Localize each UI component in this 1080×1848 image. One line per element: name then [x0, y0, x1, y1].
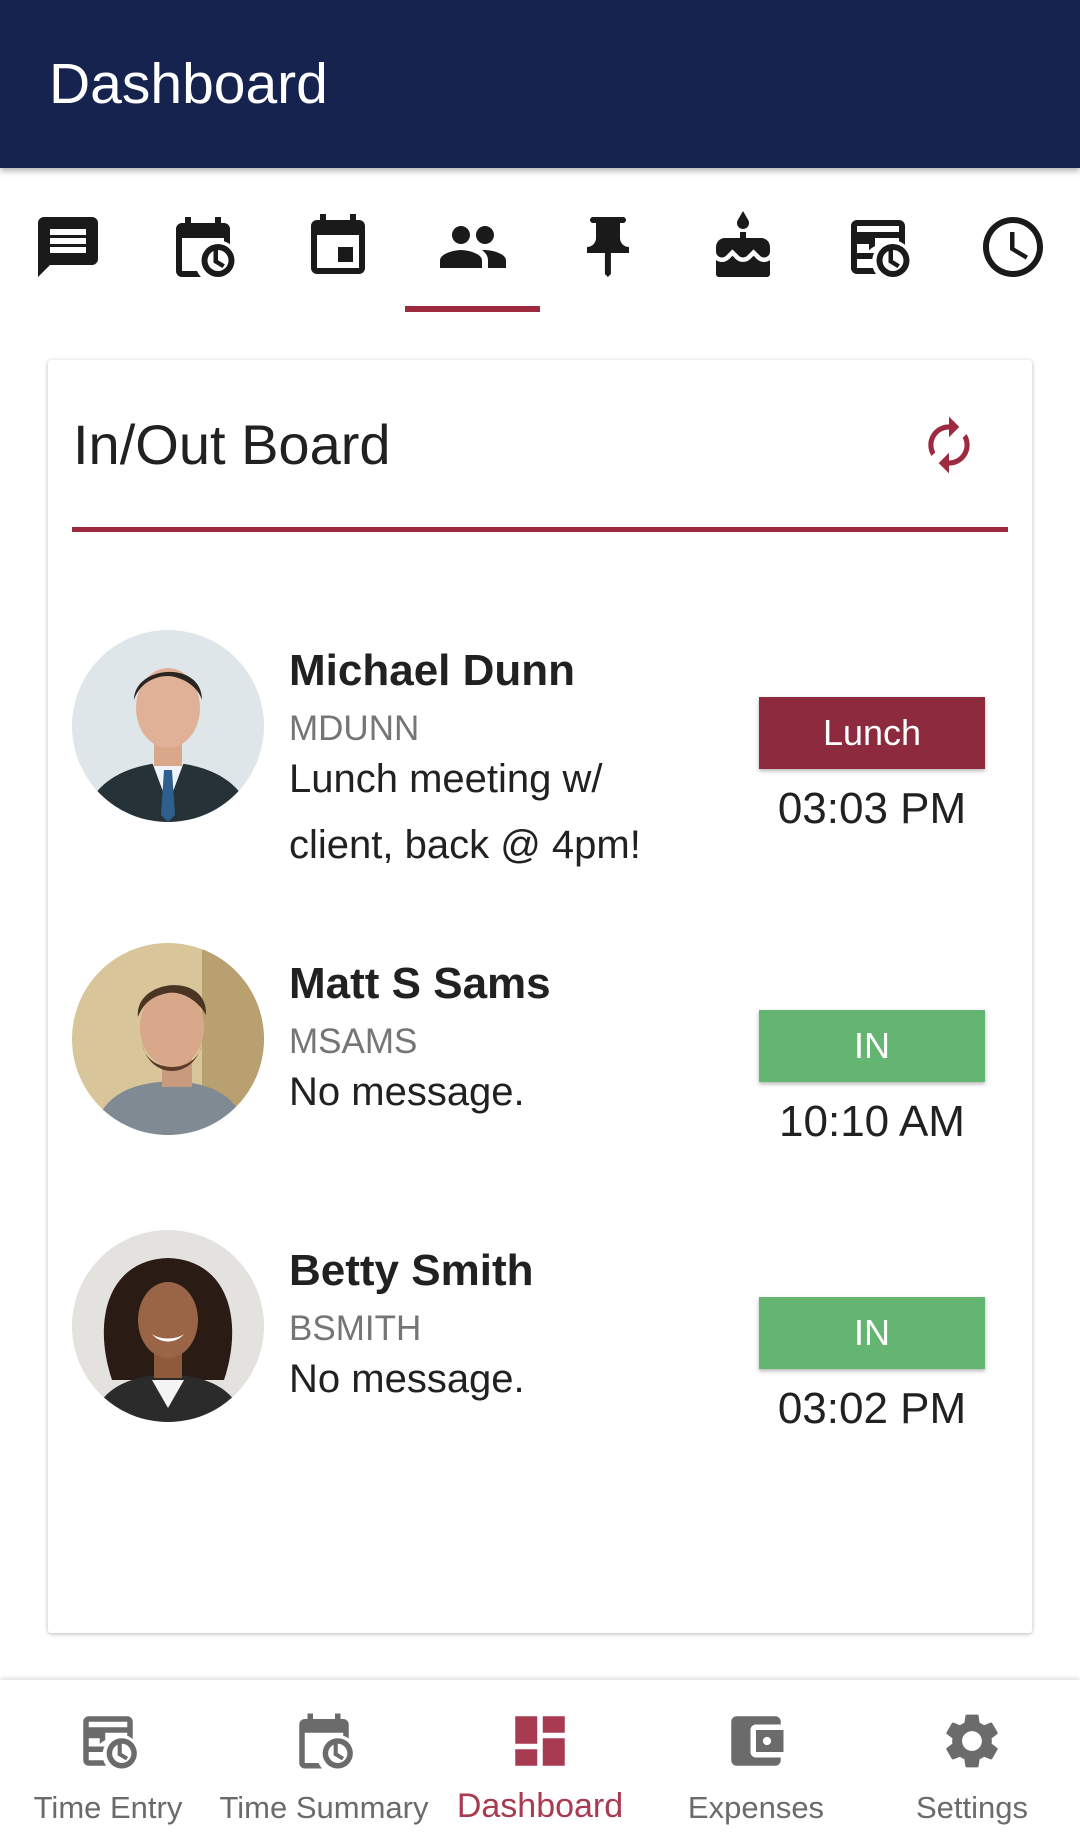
person-message: Lunch meeting w/ client, back @ 4pm!	[289, 757, 641, 867]
calendar-event-icon	[310, 214, 365, 274]
list-item[interactable]: Matt S Sams MSAMS No message. IN 10:10 A…	[48, 913, 1032, 1153]
person-name: Betty Smith	[289, 1246, 534, 1295]
nav-label: Settings	[915, 1790, 1028, 1825]
list-item[interactable]: Betty Smith BSMITH No message. IN 03:02 …	[48, 1200, 1032, 1440]
tab-timesheet[interactable]	[810, 202, 945, 292]
tab-birthdays[interactable]	[675, 202, 810, 292]
status-badge: IN	[759, 1297, 985, 1369]
tab-time-summary[interactable]	[135, 202, 270, 292]
person-name: Michael Dunn	[289, 646, 576, 695]
bottom-navigation: Time Entry Time Summary Dashboard Expens…	[0, 1680, 1080, 1848]
status-label: IN	[854, 1312, 890, 1353]
card-title: In/Out Board	[73, 413, 391, 476]
status-time: 03:03 PM	[777, 784, 967, 833]
wallet-icon	[731, 1716, 784, 1766]
avatar	[72, 630, 264, 822]
nav-label: Time Summary	[219, 1790, 429, 1825]
person-message: No message.	[289, 1070, 525, 1114]
tab-calendar[interactable]	[270, 202, 405, 292]
person-message: No message.	[289, 1357, 525, 1401]
timesheet-icon	[83, 1716, 137, 1769]
pin-icon	[586, 217, 629, 277]
status-time: 10:10 AM	[779, 1097, 965, 1146]
refresh-button[interactable]	[914, 410, 984, 480]
avatar	[72, 1230, 264, 1422]
person-code: MDUNN	[289, 709, 420, 748]
dashboard-icon-tabs	[0, 168, 1080, 318]
status-label: IN	[854, 1025, 890, 1066]
list-item[interactable]: Michael Dunn MDUNN Lunch meeting w/ clie…	[48, 600, 1032, 867]
nav-label: Expenses	[687, 1790, 825, 1825]
nav-label: Dashboard	[456, 1787, 624, 1825]
status-label: Lunch	[822, 712, 922, 753]
avatar	[72, 943, 264, 1135]
nav-label: Time Entry	[33, 1790, 183, 1825]
gear-icon	[946, 1714, 998, 1768]
app-bar: Dashboard	[0, 0, 1080, 168]
person-code: MSAMS	[289, 1022, 418, 1061]
status-badge: Lunch	[759, 697, 985, 769]
tab-clock[interactable]	[945, 202, 1080, 292]
tab-in-out-board[interactable]	[405, 202, 540, 292]
person-code: BSMITH	[289, 1309, 422, 1348]
nav-expenses[interactable]: Expenses	[648, 1680, 864, 1848]
message-icon	[37, 217, 98, 277]
app-title: Dashboard	[49, 52, 328, 116]
calendar-clock-icon	[299, 1713, 353, 1769]
tab-pinned[interactable]	[540, 202, 675, 292]
selected-tab-indicator	[405, 306, 540, 312]
calendar-clock-icon	[175, 217, 234, 277]
refresh-icon	[928, 416, 970, 474]
in-out-board-card: In/Out Board Michael Dunn MDUNN Lunch me…	[48, 360, 1032, 1633]
nav-dashboard[interactable]: Dashboard	[432, 1680, 648, 1848]
people-icon	[439, 226, 506, 268]
nav-time-summary[interactable]: Time Summary	[216, 1680, 432, 1848]
person-name: Matt S Sams	[289, 959, 551, 1008]
card-header: In/Out Board	[48, 360, 1032, 532]
status-badge: IN	[759, 1010, 985, 1082]
tab-messages[interactable]	[0, 202, 135, 292]
cake-icon	[715, 211, 770, 277]
clock-icon	[982, 217, 1043, 277]
timesheet-icon	[850, 220, 909, 277]
dashboard-icon	[515, 1716, 565, 1766]
status-time: 03:02 PM	[777, 1384, 967, 1433]
nav-time-entry[interactable]: Time Entry	[0, 1680, 216, 1848]
nav-settings[interactable]: Settings	[864, 1680, 1080, 1848]
card-divider	[72, 527, 1008, 532]
